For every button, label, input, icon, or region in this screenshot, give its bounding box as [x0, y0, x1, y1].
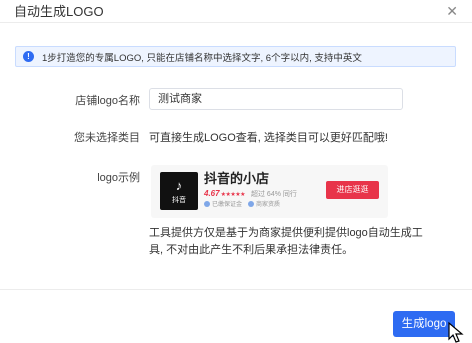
- category-label: 您未选择类目: [74, 132, 140, 144]
- info-alert: ! 1步打造您的专属LOGO, 只能在店铺名称中选择文字, 6个字以内, 支持中…: [15, 46, 456, 67]
- shield-icon: [204, 201, 210, 207]
- logo-text: 抖音: [172, 197, 186, 204]
- store-name-label: 店铺logo名称: [75, 95, 140, 107]
- logo-example-label: logo示例: [97, 172, 140, 184]
- header-divider: [0, 22, 472, 23]
- category-hint-text: 可直接生成LOGO查看, 选择类目可以更好匹配哦!: [149, 132, 388, 144]
- disclaimer-text: 工具提供方仅是基于为商家提供便利提供logo自动生成工具, 不对由此产生不利后果…: [149, 227, 423, 256]
- rating-stat: 超过 64% 同行: [250, 191, 297, 198]
- tiktok-note-icon: ♪: [175, 178, 183, 193]
- rating-row: 4.67★★★★★ 超过 64% 同行: [204, 189, 297, 200]
- visit-store-button: 进店逛逛: [326, 181, 379, 199]
- info-icon: !: [23, 51, 34, 62]
- badge-qualification: 商家资质: [256, 202, 281, 208]
- star-icons: ★★★★★: [220, 192, 246, 198]
- logo-image: ♪ 抖音: [160, 172, 198, 210]
- store-name-input[interactable]: 测试商家: [149, 88, 403, 110]
- badge-deposit: 已缴保证金: [212, 202, 243, 208]
- generate-logo-button[interactable]: 生成logo: [393, 311, 455, 337]
- rating-value: 4.67: [204, 189, 220, 198]
- mouse-cursor-icon: [448, 321, 464, 343]
- dialog-title: 自动生成LOGO: [14, 4, 104, 19]
- logo-preview-card: ♪ 抖音 抖音的小店 4.67★★★★★ 超过 64% 同行 已缴保证金 商家资质 …: [151, 165, 388, 218]
- alert-text: 1步打造您的专属LOGO, 只能在店铺名称中选择文字, 6个字以内, 支持中英文: [42, 52, 362, 64]
- close-icon[interactable]: ✕: [446, 3, 458, 19]
- footer-divider: [0, 289, 472, 290]
- certificate-icon: [248, 201, 255, 207]
- badge-row: 已缴保证金 商家资质: [204, 201, 280, 209]
- logo-generator-dialog: 自动生成LOGO ✕ ! 1步打造您的专属LOGO, 只能在店铺名称中选择文字,…: [0, 0, 472, 343]
- shop-name: 抖音的小店: [204, 171, 270, 186]
